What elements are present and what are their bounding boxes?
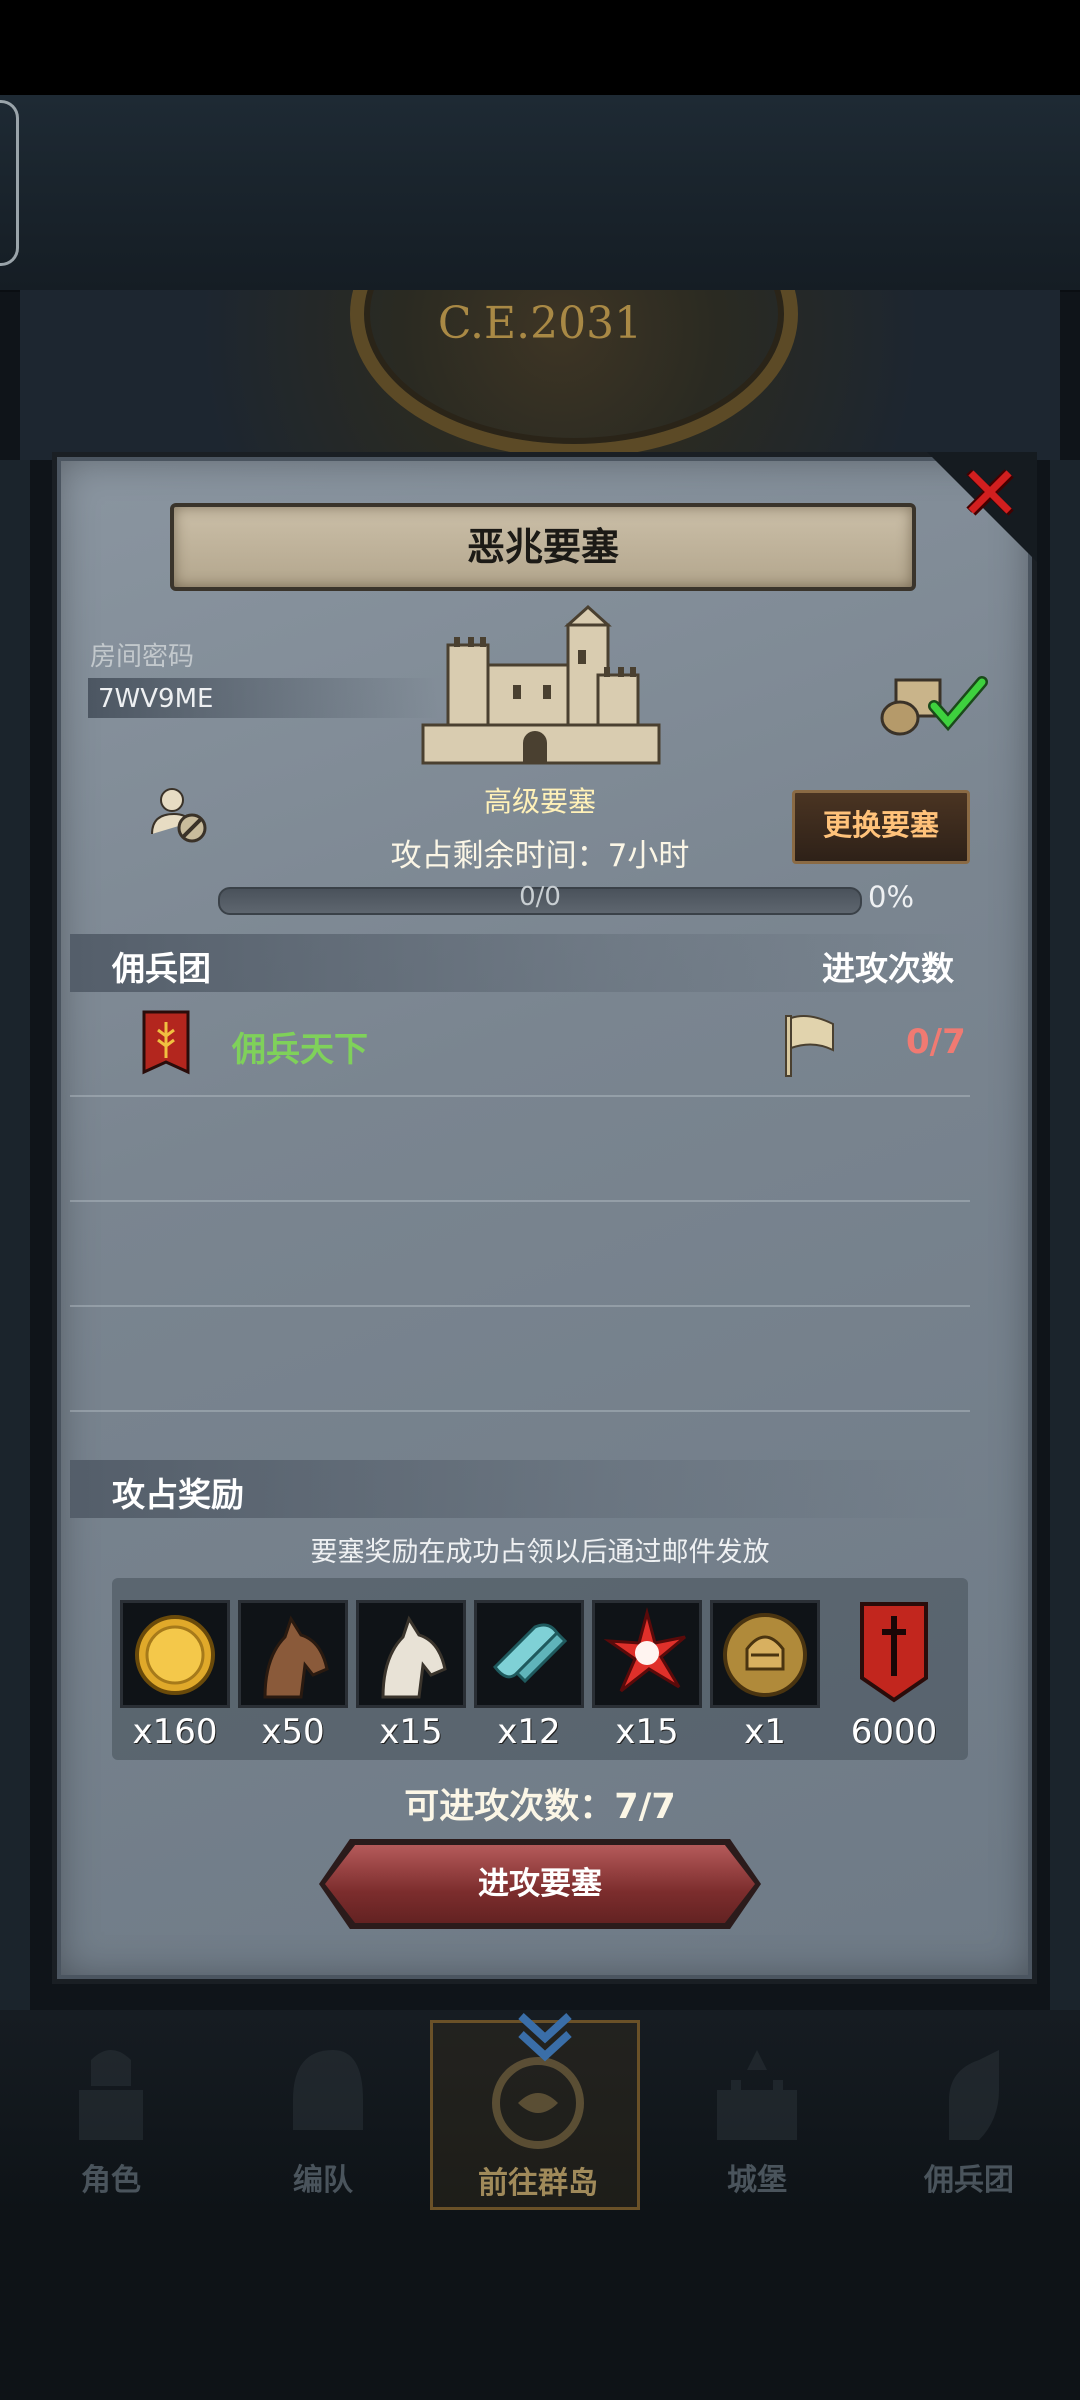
remaining-attacks: 可进攻次数：7/7 [404,1787,676,1827]
fortress-castle-icon [421,605,661,765]
knight-armor-icon [79,2050,143,2140]
reward-qty: x15 [379,1712,443,1752]
cloth-scroll-icon [493,1623,568,1684]
top-header-band [0,95,1080,292]
nav-item-mercenary[interactable]: 佣兵团 [864,2020,1074,2210]
flag-icon [785,1015,834,1077]
reward-item[interactable] [710,1600,820,1708]
dialog-title: 恶兆要塞 [170,503,916,591]
room-code-value[interactable]: 7WV9ME [98,684,213,714]
red-sword-banner-icon[interactable] [858,1600,930,1704]
status-bar [0,0,1080,95]
helmet-formation-icon [293,2050,363,2130]
brown-horse-icon [263,1615,329,1699]
red-star-crystal-icon [603,1607,686,1693]
close-icon[interactable]: ✕ [955,455,1025,533]
reward-note: 要塞奖励在成功占领以后通过邮件发放 [310,1537,770,1568]
era-dial-background: C.E.2031 [20,290,1060,460]
side-drawer-tab[interactable] [0,100,19,266]
row-divider [70,1095,970,1097]
room-code-label: 房间密码 [90,642,195,672]
reward-qty: x50 [261,1712,325,1752]
guild-section-title: 佣兵团 [112,949,211,988]
castle-icon [717,2050,797,2140]
attack-count-header: 进攻次数 [822,949,954,988]
reward-item[interactable] [474,1600,584,1708]
reward-item[interactable] [592,1600,702,1708]
attack-fortress-button[interactable]: 进攻要塞 [325,1845,755,1923]
era-label: C.E.2031 [437,298,643,349]
knight-helmet-medal-icon [723,1613,807,1697]
nav-label: 编队 [293,2163,353,2198]
mercenary-icon [949,2050,999,2140]
chevron-down-icon [518,2013,572,2062]
reward-section-title: 攻占奖励 [112,1475,244,1514]
reward-item[interactable] [238,1600,348,1708]
nav-item-formation[interactable]: 编队 [218,2020,428,2210]
capture-progress-percent: 0% [868,880,915,914]
supply-check-icon[interactable] [878,668,998,738]
gold-coin-icon [135,1615,215,1695]
capture-progress-text: 0/0 [519,882,561,912]
nav-item-castle[interactable]: 城堡 [652,2020,862,2210]
nav-label: 前往群岛 [478,2166,598,2201]
row-divider [70,1305,970,1307]
reward-item[interactable] [356,1600,466,1708]
change-fortress-button[interactable]: 更换要塞 [792,790,970,864]
reward-item[interactable] [120,1600,230,1708]
no-user-icon [151,788,207,843]
row-divider [70,1200,970,1202]
nav-label: 佣兵团 [924,2163,1014,2198]
nav-label: 城堡 [727,2163,787,2198]
white-horse-icon [381,1615,447,1699]
reward-qty: x1 [744,1712,786,1752]
guild-name[interactable]: 佣兵天下 [232,1022,368,1071]
guild-attack-count: 0/7 [906,1022,966,1062]
reward-qty: x160 [132,1712,218,1752]
reward-qty: x15 [615,1712,679,1752]
reward-qty: x12 [497,1712,561,1752]
system-nav-area [0,2210,1080,2400]
reward-qty: 6000 [850,1712,938,1752]
nav-item-character[interactable]: 角色 [6,2020,216,2210]
nav-label: 角色 [81,2163,141,2198]
row-divider [70,1410,970,1412]
guild-banner-icon [142,1010,190,1075]
